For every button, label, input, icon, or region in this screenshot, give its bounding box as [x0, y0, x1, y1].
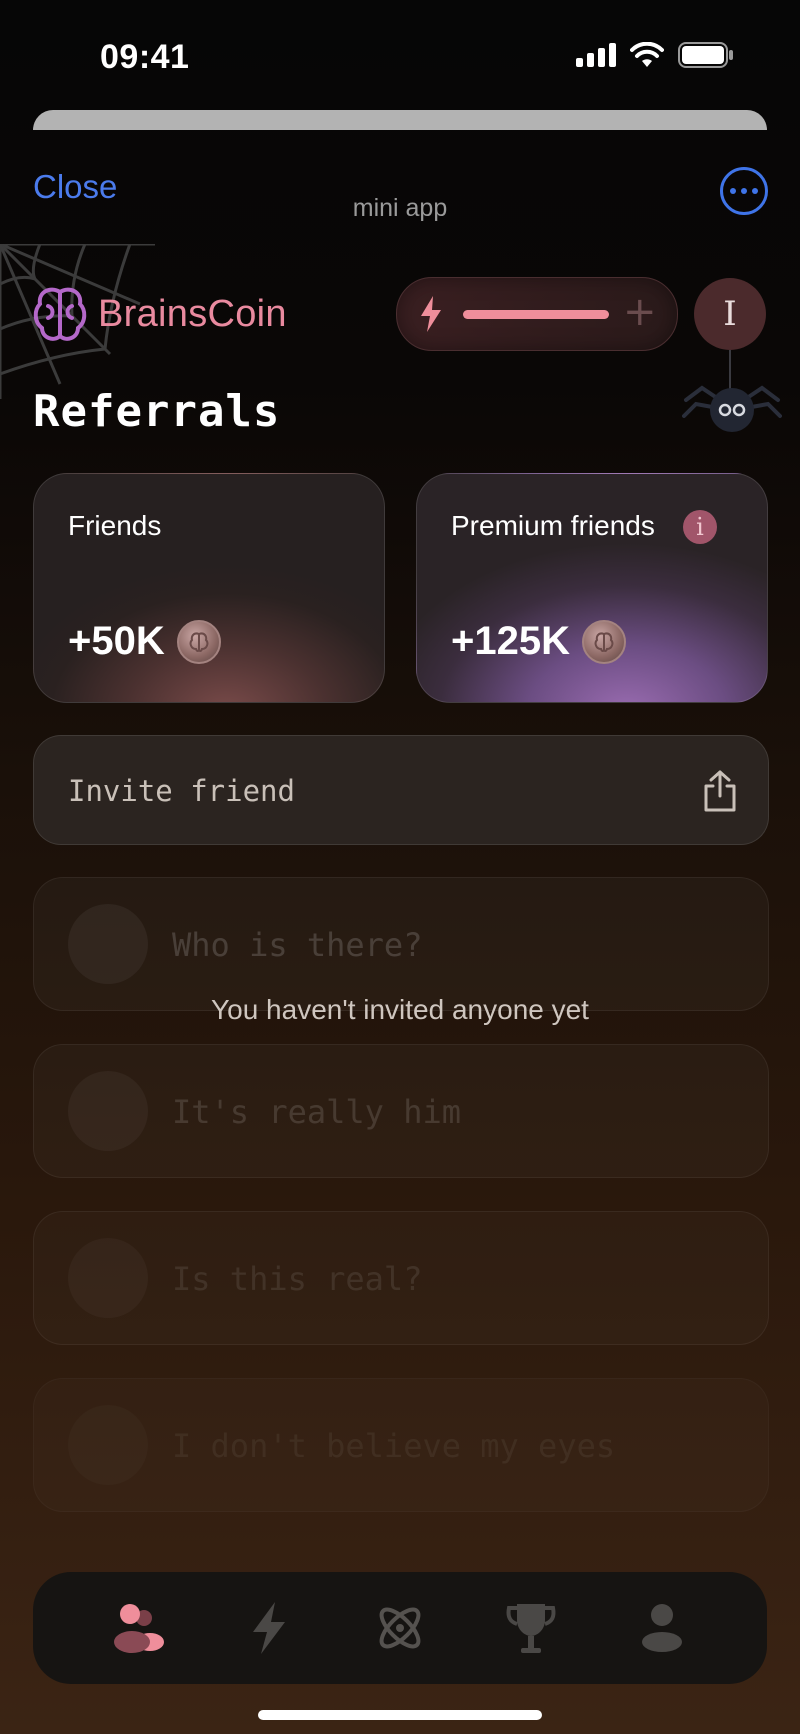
coin-icon	[176, 619, 221, 664]
reward-amount: +125K	[451, 619, 570, 663]
placeholder-text: Is this real?	[172, 1260, 423, 1298]
bolt-icon	[421, 296, 441, 332]
status-time: 09:41	[100, 38, 190, 76]
nav-energy[interactable]	[233, 1592, 305, 1664]
brain-logo-icon	[33, 287, 87, 341]
invite-label: Invite friend	[68, 774, 295, 808]
energy-meter[interactable]: +	[396, 277, 678, 351]
placeholder-text: I don't believe my eyes	[172, 1427, 616, 1465]
card-label: Friends	[68, 510, 162, 541]
page-title: Referrals	[33, 386, 281, 437]
empty-state-message: You haven't invited anyone yet	[211, 994, 589, 1025]
more-options-button[interactable]	[720, 167, 768, 215]
avatar[interactable]: I	[694, 278, 766, 350]
sheet-handle	[33, 110, 767, 130]
energy-progress-bar	[463, 310, 609, 319]
more-dot-icon	[730, 188, 736, 194]
card-value: +50K	[68, 619, 221, 664]
placeholder-avatar	[68, 1071, 148, 1151]
card-label: Premium friends	[451, 510, 655, 541]
nav-friends[interactable]	[102, 1592, 174, 1664]
placeholder-text: Who is there?	[172, 926, 423, 964]
friends-icon	[114, 1604, 165, 1653]
placeholder-row: I don't believe my eyes	[33, 1378, 769, 1512]
nav-trophy[interactable]	[495, 1592, 567, 1664]
status-icons	[576, 42, 734, 68]
friends-reward-card: Friends +50K	[33, 473, 385, 703]
card-value: +125K	[451, 619, 626, 664]
mini-app-title: mini app	[352, 194, 448, 222]
premium-friends-reward-card: Premium friends i +125K	[416, 473, 768, 703]
coin-icon	[581, 619, 626, 664]
brand-logo: BrainsCoin	[32, 284, 287, 344]
home-indicator	[258, 1710, 542, 1720]
battery-icon	[678, 42, 733, 68]
placeholder-row: It's really him	[33, 1044, 769, 1178]
bolt-icon	[253, 1602, 286, 1654]
invite-friend-button[interactable]: Invite friend	[33, 735, 769, 845]
profile-icon	[641, 1604, 682, 1652]
add-energy-button[interactable]: +	[623, 290, 657, 334]
placeholder-text: It's really him	[172, 1093, 461, 1131]
signal-icon	[576, 43, 616, 67]
brand-name: BrainsCoin	[98, 292, 287, 335]
spider-icon	[682, 385, 782, 432]
placeholder-avatar	[68, 1238, 148, 1318]
share-icon	[704, 770, 736, 812]
placeholder-avatar	[68, 904, 148, 984]
more-dot-icon	[752, 188, 758, 194]
more-dot-icon	[741, 188, 747, 194]
nav-atom[interactable]	[364, 1592, 436, 1664]
info-icon[interactable]: i	[683, 510, 717, 544]
bottom-nav	[33, 1572, 767, 1684]
wifi-icon	[630, 42, 664, 67]
placeholder-row: Who is there?	[33, 877, 769, 1011]
atom-icon	[379, 1607, 421, 1649]
trophy-icon	[506, 1604, 556, 1653]
placeholder-avatar	[68, 1405, 148, 1485]
nav-profile[interactable]	[626, 1592, 698, 1664]
placeholder-row: Is this real?	[33, 1211, 769, 1345]
reward-amount: +50K	[68, 619, 165, 663]
